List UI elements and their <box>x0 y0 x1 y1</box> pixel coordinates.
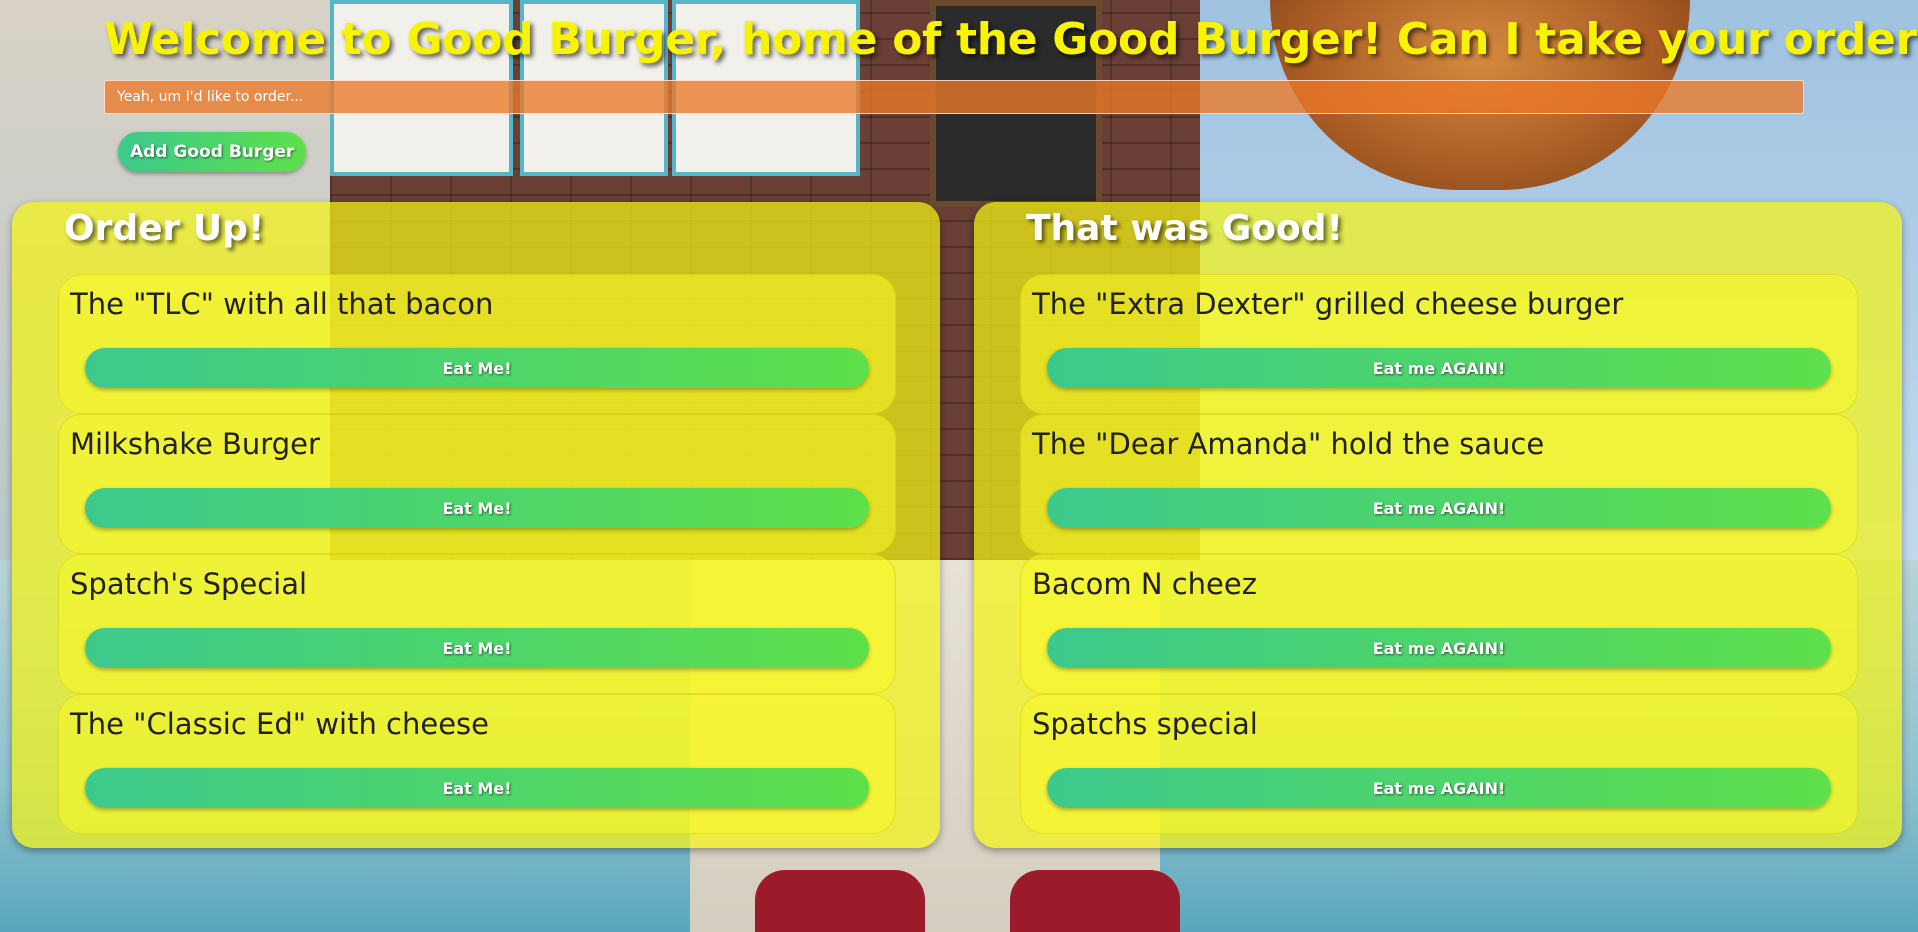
eaten-burger-card: The "Dear Amanda" hold the sauce Eat me … <box>1020 414 1858 554</box>
order-input[interactable] <box>104 80 1804 114</box>
burger-card: The "Classic Ed" with cheese Eat Me! <box>58 694 896 834</box>
eat-me-button[interactable]: Eat Me! <box>85 348 869 388</box>
burger-card: Spatch's Special Eat Me! <box>58 554 896 694</box>
eaten-burger-card: Spatchs special Eat me AGAIN! <box>1020 694 1858 834</box>
order-up-heading: Order Up! <box>64 208 265 249</box>
eaten-burger-card: The "Extra Dexter" grilled cheese burger… <box>1020 274 1858 414</box>
order-up-panel: Order Up! The "TLC" with all that bacon … <box>12 202 940 848</box>
that-was-good-panel: That was Good! The "Extra Dexter" grille… <box>974 202 1902 848</box>
eat-me-button[interactable]: Eat Me! <box>85 768 869 808</box>
eat-again-button[interactable]: Eat me AGAIN! <box>1047 768 1831 808</box>
eat-me-button[interactable]: Eat Me! <box>85 488 869 528</box>
burger-card: Milkshake Burger Eat Me! <box>58 414 896 554</box>
burger-name: Milkshake Burger <box>70 427 320 461</box>
that-was-good-list: The "Extra Dexter" grilled cheese burger… <box>1020 274 1858 834</box>
eat-again-button[interactable]: Eat me AGAIN! <box>1047 628 1831 668</box>
eat-again-button[interactable]: Eat me AGAIN! <box>1047 488 1831 528</box>
header: Welcome to Good Burger, home of the Good… <box>0 0 1918 195</box>
page-title: Welcome to Good Burger, home of the Good… <box>104 14 1918 65</box>
that-was-good-heading: That was Good! <box>1026 208 1343 249</box>
eat-me-button[interactable]: Eat Me! <box>85 628 869 668</box>
burger-name: The "Extra Dexter" grilled cheese burger <box>1032 287 1624 321</box>
burger-card: The "TLC" with all that bacon Eat Me! <box>58 274 896 414</box>
burger-name: Spatchs special <box>1032 707 1258 741</box>
burger-name: Spatch's Special <box>70 567 308 601</box>
add-good-burger-button[interactable]: Add Good Burger <box>118 132 307 172</box>
burger-name: The "TLC" with all that bacon <box>70 287 494 321</box>
burger-name: Bacom N cheez <box>1032 567 1257 601</box>
order-up-list: The "TLC" with all that bacon Eat Me! Mi… <box>58 274 896 834</box>
eat-again-button[interactable]: Eat me AGAIN! <box>1047 348 1831 388</box>
burger-name: The "Classic Ed" with cheese <box>70 707 489 741</box>
burger-name: The "Dear Amanda" hold the sauce <box>1032 427 1545 461</box>
eaten-burger-card: Bacom N cheez Eat me AGAIN! <box>1020 554 1858 694</box>
